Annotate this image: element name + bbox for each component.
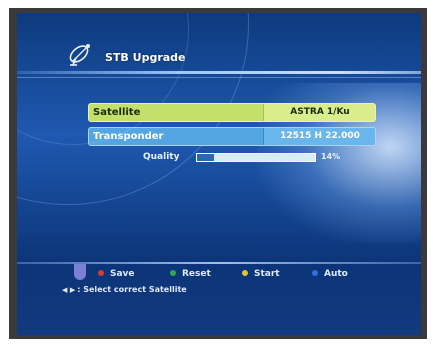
stb-screen: STB Upgrade Satellite ASTRA 1/Ku Transpo…: [17, 13, 421, 335]
satellite-value[interactable]: ASTRA 1/Ku: [263, 104, 375, 121]
satellite-icon: [69, 44, 90, 66]
satellite-label: Satellite: [93, 107, 141, 118]
reset-key[interactable]: Reset: [170, 269, 211, 279]
transponder-label: Transponder: [93, 131, 164, 142]
header-divider-thin: [17, 77, 421, 78]
color-key-legend: Save Reset Start Auto: [98, 269, 418, 281]
quality-bar: [196, 153, 316, 162]
blue-key-icon: [312, 269, 318, 276]
save-key-label: Save: [110, 269, 135, 279]
start-key-label: Start: [254, 269, 280, 279]
transponder-value[interactable]: 12515 H 22.000: [263, 128, 375, 145]
quality-label: Quality: [143, 152, 180, 162]
quality-percent: 14%: [321, 152, 341, 161]
page-title: STB Upgrade: [105, 51, 186, 64]
save-key[interactable]: Save: [98, 269, 135, 279]
hint-text: : Select correct Satellite: [77, 285, 187, 294]
transponder-row[interactable]: Transponder 12515 H 22.000: [88, 127, 376, 146]
auto-key-label: Auto: [324, 269, 348, 279]
tv-frame: STB Upgrade Satellite ASTRA 1/Ku Transpo…: [9, 8, 427, 339]
reset-key-label: Reset: [182, 269, 211, 279]
green-key-icon: [170, 269, 176, 276]
info-tab-icon: [74, 264, 86, 280]
quality-bar-fill: [197, 154, 214, 161]
yellow-key-icon: [242, 269, 248, 276]
navigation-hint: ◀ ▶: Select correct Satellite: [62, 285, 187, 294]
satellite-row[interactable]: Satellite ASTRA 1/Ku: [88, 103, 376, 122]
left-right-arrow-icon: ◀ ▶: [62, 286, 76, 294]
header-divider: [17, 71, 421, 74]
start-key[interactable]: Start: [242, 269, 280, 279]
auto-key[interactable]: Auto: [312, 269, 348, 279]
red-key-icon: [98, 269, 104, 276]
header: STB Upgrade: [17, 13, 421, 78]
